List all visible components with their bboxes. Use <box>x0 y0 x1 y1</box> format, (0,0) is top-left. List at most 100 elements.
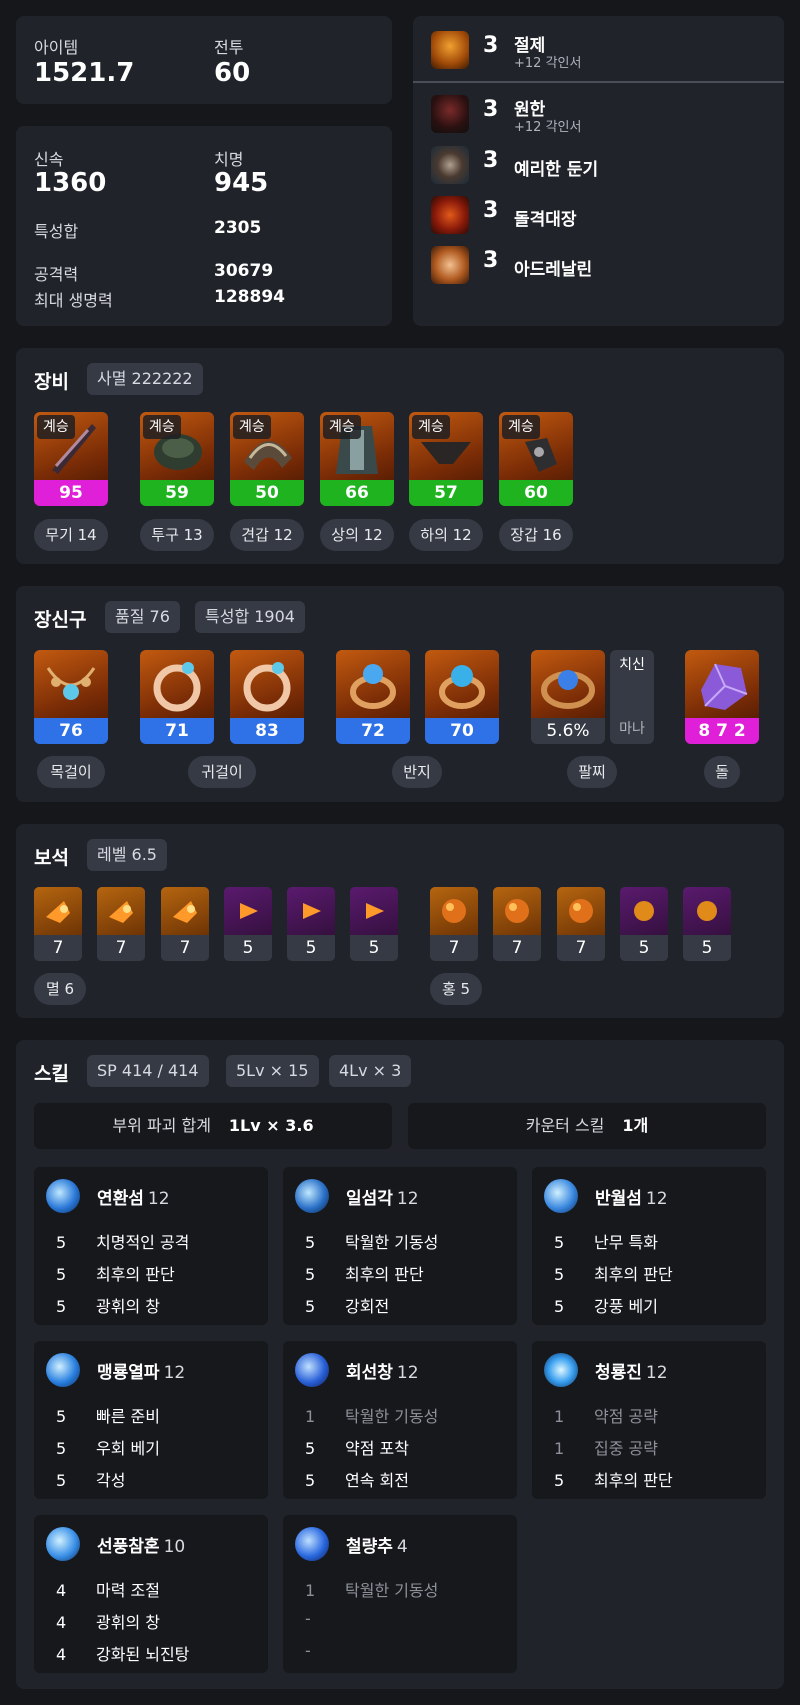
skill-name: 회선창 12 <box>346 1358 419 1383</box>
engraving-name: 예리한 둔기 <box>514 160 599 180</box>
tripod-level: 4 <box>56 1645 67 1664</box>
earring-icon <box>230 650 304 718</box>
tripod-level: 5 <box>56 1297 67 1316</box>
skill-name-text: 맹룡열파 <box>97 1363 160 1383</box>
accessories-title: 장신구 <box>34 609 87 631</box>
gem-crimson[interactable]: 5 <box>683 887 731 961</box>
accessory-ring-1[interactable]: 72 <box>336 650 410 744</box>
item-level-card: 아이템 1521.7 전투 60 <box>16 16 392 104</box>
engraving-divider <box>413 81 784 83</box>
gem-annihilation[interactable]: 7 <box>34 887 82 961</box>
skill-level: 12 <box>645 1189 668 1209</box>
quality-bar: 95 <box>34 480 108 506</box>
tripod-level: 5 <box>305 1297 316 1316</box>
skill-card[interactable]: 맹룡열파 12 5 빠른 준비 5 우회 베기 5 각성 <box>34 1341 268 1499</box>
skill-card[interactable]: 연환섬 12 5 치명적인 공격 5 최후의 판단 5 광휘의 창 <box>34 1167 268 1325</box>
accessory-earring-2[interactable]: 83 <box>230 650 304 744</box>
succession-badge: 계승 <box>143 415 181 439</box>
combat-level-label: 전투 <box>214 38 244 57</box>
engraving-book: +12 각인서 <box>514 120 582 135</box>
tripod-row: 1 약점 공략 <box>554 1403 658 1427</box>
skill-card[interactable]: 회선창 12 1 탁월한 기동성 5 약점 포착 5 연속 회전 <box>283 1341 517 1499</box>
gem-icon <box>430 887 478 935</box>
tripod-name: 치명적인 공격 <box>96 1233 190 1252</box>
quality-bar: 70 <box>425 718 499 744</box>
tripod-row: 5 각성 <box>56 1467 125 1491</box>
break-label: 부위 파괴 합계 <box>112 1116 211 1135</box>
tripod-level: 5 <box>305 1265 316 1284</box>
gem-crimson[interactable]: 7 <box>493 887 541 961</box>
equipment-pants[interactable]: 계승 57 <box>409 412 483 506</box>
skill-level: 12 <box>147 1189 170 1209</box>
tripod-level: 5 <box>554 1265 565 1284</box>
skill-icon <box>544 1353 578 1387</box>
tripod-name: 집중 공략 <box>594 1439 658 1458</box>
stat-sum-label: 특성합 <box>34 222 79 241</box>
skill-level: 12 <box>396 1363 419 1383</box>
gem-annihilation[interactable]: 5 <box>287 887 335 961</box>
tripod-level: 4 <box>56 1581 67 1600</box>
tripod-level: 5 <box>554 1471 565 1490</box>
tripod-name: 광휘의 창 <box>96 1613 160 1632</box>
gem-crimson[interactable]: 7 <box>557 887 605 961</box>
gem-level: 7 <box>97 935 145 961</box>
engraving-book: +12 각인서 <box>514 56 582 71</box>
tripod-level: 1 <box>554 1439 565 1458</box>
gem-annihilation[interactable]: 5 <box>350 887 398 961</box>
accessory-bracelet[interactable]: 5.6% <box>531 650 605 744</box>
equipment-chest[interactable]: 계승 66 <box>320 412 394 506</box>
gem-level: 7 <box>161 935 209 961</box>
succession-badge: 계승 <box>323 415 361 439</box>
gem-icon <box>34 887 82 935</box>
attack-value: 30679 <box>214 261 274 281</box>
counter-value: 1개 <box>622 1116 649 1135</box>
skill-card[interactable]: 선풍참혼 10 4 마력 조절 4 광휘의 창 4 강화된 뇌진탕 <box>34 1515 268 1673</box>
skill-name-text: 반월섬 <box>595 1189 642 1209</box>
accessory-earring-1[interactable]: 71 <box>140 650 214 744</box>
equipment-helmet[interactable]: 계승 59 <box>140 412 214 506</box>
bracelet-stat: 치신 <box>619 657 645 673</box>
tripod-row: - <box>305 1609 345 1633</box>
gem-annihilation[interactable]: 7 <box>161 887 209 961</box>
skill-icon <box>295 1179 329 1213</box>
skill-card[interactable]: 일섬각 12 5 탁월한 기동성 5 최후의 판단 5 강회전 <box>283 1167 517 1325</box>
tripod-row: 5 최후의 판단 <box>305 1261 424 1285</box>
equipment-gloves[interactable]: 계승 60 <box>499 412 573 506</box>
gem-crimson[interactable]: 7 <box>430 887 478 961</box>
quality-bar: 57 <box>409 480 483 506</box>
gem-annihilation[interactable]: 5 <box>224 887 272 961</box>
bracelet-value: 5.6% <box>531 718 605 744</box>
skills-title: 스킬 <box>34 1063 69 1085</box>
accessory-stone[interactable]: 8 7 2 <box>685 650 759 744</box>
break-summary: 부위 파괴 합계 1Lv × 3.6 <box>34 1103 392 1149</box>
equipment-weapon[interactable]: 계승 95 <box>34 412 108 506</box>
stone-value: 8 7 2 <box>685 718 759 744</box>
tripod-row: 5 약점 포착 <box>305 1435 409 1459</box>
gem-crimson[interactable]: 5 <box>620 887 668 961</box>
quality-bar: 76 <box>34 718 108 744</box>
accessory-ring-2[interactable]: 70 <box>425 650 499 744</box>
ring-icon <box>425 650 499 718</box>
gem-icon <box>493 887 541 935</box>
skill-name: 연환섬 12 <box>97 1184 170 1209</box>
skill-card[interactable]: 반월섬 12 5 난무 특화 5 최후의 판단 5 강풍 베기 <box>532 1167 766 1325</box>
gems-title: 보석 <box>34 847 69 869</box>
equipment-label: 무기 14 <box>34 519 108 551</box>
accessory-necklace[interactable]: 76 <box>34 650 108 744</box>
tripod-row: 5 탁월한 기동성 <box>305 1229 438 1253</box>
equipment-label: 견갑 12 <box>230 519 304 551</box>
skill-level: 4 <box>396 1537 408 1557</box>
succession-badge: 계승 <box>412 415 450 439</box>
tripod-row: 4 광휘의 창 <box>56 1609 160 1633</box>
skill-card[interactable]: 철량추 4 1 탁월한 기동성 - - <box>283 1515 517 1673</box>
gem-level: 5 <box>620 935 668 961</box>
tripod-row: 5 치명적인 공격 <box>56 1229 189 1253</box>
skill-card[interactable]: 청룡진 12 1 약점 공략 1 집중 공략 5 최후의 판단 <box>532 1341 766 1499</box>
equipment-shoulder[interactable]: 계승 50 <box>230 412 304 506</box>
tripod-level: - <box>305 1609 311 1628</box>
tripod-row: 5 우회 베기 <box>56 1435 160 1459</box>
tripod-name: 각성 <box>96 1471 126 1490</box>
tripod-level: 5 <box>56 1265 67 1284</box>
engraving-icon <box>431 196 469 234</box>
gem-annihilation[interactable]: 7 <box>97 887 145 961</box>
